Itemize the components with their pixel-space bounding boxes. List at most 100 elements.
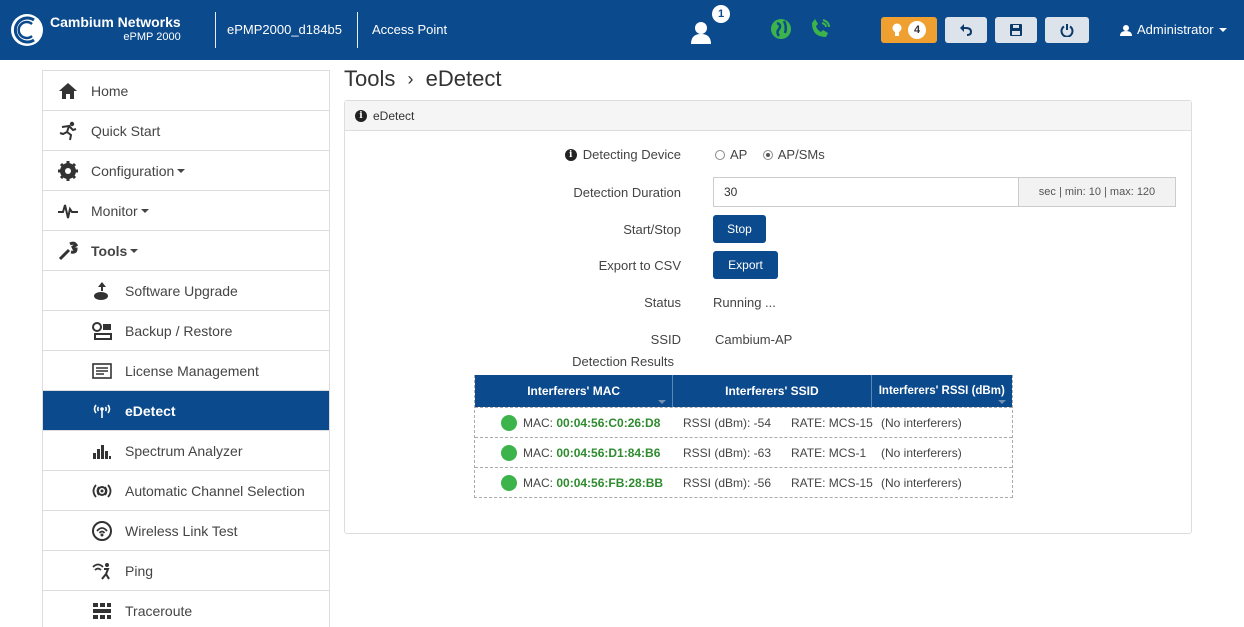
radio-ap-button[interactable]: [715, 149, 725, 160]
sidebar-item-label: Spectrum Analyzer: [125, 442, 243, 459]
panel-title: eDetect: [373, 108, 415, 123]
chevron-down-icon: [1218, 27, 1227, 32]
mac-label: MAC:: [523, 445, 553, 460]
alert-count: 4: [908, 21, 926, 39]
edetect-icon: [91, 400, 113, 422]
sidebar-item-quick-start[interactable]: Quick Start: [43, 111, 329, 151]
sidebar-item-software-upgrade[interactable]: Software Upgrade: [43, 271, 329, 311]
ping-icon: [91, 560, 113, 582]
save-button[interactable]: [995, 17, 1037, 43]
sidebar-item-backup-restore[interactable]: Backup / Restore: [43, 311, 329, 351]
detection-duration-label: Detection Duration: [573, 185, 681, 200]
brand-model: ePMP 2000: [123, 31, 181, 43]
sidebar-item-monitor[interactable]: Monitor: [43, 191, 329, 231]
upgrade-icon: [91, 280, 113, 302]
chevron-down-icon: [177, 168, 186, 173]
export-button[interactable]: Export: [713, 251, 778, 279]
wrench-icon: [57, 240, 79, 262]
sidebar-item-edetect[interactable]: eDetect: [43, 391, 329, 431]
radio-apsms[interactable]: AP/SMs: [762, 147, 825, 162]
mac-value: 00:04:56:D1:84:B6: [556, 445, 661, 460]
info-icon: i: [355, 109, 367, 122]
sidebar-item-label: License Management: [125, 362, 259, 379]
note-cell: (No interferers): [881, 475, 962, 490]
lightbulb-icon: [892, 23, 902, 36]
user-menu[interactable]: Administrator: [1120, 22, 1227, 37]
mac-cell: MAC: 00:04:56:D1:84:B6: [523, 446, 660, 460]
sidebar-item-tools[interactable]: Tools: [43, 231, 329, 271]
status-label: Status: [644, 295, 681, 310]
rate-cell: RATE: MCS-1: [791, 445, 867, 460]
radio-apsms-button[interactable]: [762, 149, 773, 160]
sidebar-item-wireless-link-test[interactable]: Wireless Link Test: [43, 511, 329, 551]
breadcrumb-tools: Tools: [344, 66, 396, 91]
mac-label: MAC:: [523, 415, 553, 430]
gear-icon: [57, 160, 79, 182]
panel-header: i eDetect: [345, 101, 1191, 131]
detection-duration-input[interactable]: 30: [713, 177, 1018, 207]
mac-cell: MAC: 00:04:56:C0:26:D8: [523, 416, 660, 430]
undo-button[interactable]: [945, 17, 987, 43]
traceroute-icon: [91, 600, 113, 622]
user-notification-icon[interactable]: [690, 18, 718, 46]
cambium-logo-icon: [11, 14, 43, 46]
note-cell: (No interferers): [881, 445, 962, 460]
sidebar-item-label: eDetect: [125, 402, 176, 419]
sidebar-item-configuration[interactable]: Configuration: [43, 151, 329, 191]
sidebar-item-home[interactable]: Home: [43, 71, 329, 111]
link-test-icon: [91, 520, 113, 542]
column-header-rssi[interactable]: Interferers' RSSI (dBm): [872, 375, 1012, 407]
mac-cell: MAC: 00:04:56:FB:28:BB: [523, 476, 663, 490]
column-header-label: Interferers' RSSI (dBm): [878, 385, 1005, 397]
table-row[interactable]: MAC: 00:04:56:D1:84:B6 RSSI (dBm): -63 R…: [475, 437, 1012, 467]
sidebar-item-traceroute[interactable]: Traceroute: [43, 591, 329, 627]
brand[interactable]: Cambium Networks ePMP 2000: [10, 10, 181, 50]
sidebar-item-label: Configuration: [91, 162, 175, 179]
sidebar: Home Quick Start Configuration Monitor T…: [42, 70, 330, 627]
notification-badge: 1: [712, 5, 730, 23]
power-button[interactable]: [1045, 17, 1089, 43]
channel-icon: [91, 480, 113, 502]
mac-label: MAC:: [523, 475, 553, 490]
sort-icon: [998, 400, 1006, 404]
phone-icon[interactable]: [806, 15, 834, 43]
stop-button[interactable]: Stop: [713, 215, 766, 243]
info-icon[interactable]: i: [564, 148, 577, 161]
bar-chart-icon: [91, 440, 113, 462]
sidebar-item-spectrum-analyzer[interactable]: Spectrum Analyzer: [43, 431, 329, 471]
start-stop-label: Start/Stop: [623, 222, 681, 237]
breadcrumb-chevron-icon: ›: [407, 69, 414, 89]
ssid-label: SSID: [650, 332, 681, 347]
export-csv-label: Export to CSV: [598, 258, 681, 273]
detection-results-label: Detection Results: [572, 354, 674, 369]
status-dot-icon: [501, 415, 517, 431]
globe-icon[interactable]: [767, 15, 795, 43]
sidebar-item-ping[interactable]: Ping: [43, 551, 329, 591]
radio-apsms-label: AP/SMs: [777, 147, 825, 162]
run-icon: [57, 120, 79, 142]
note-cell: (No interferers): [881, 415, 962, 430]
sidebar-item-label: Tools: [91, 242, 128, 259]
radio-ap[interactable]: AP: [715, 147, 747, 162]
undo-icon: [960, 24, 973, 36]
sidebar-item-label: Wireless Link Test: [125, 522, 238, 539]
rate-cell: RATE: MCS-15: [791, 415, 873, 430]
sidebar-item-label: Ping: [125, 562, 154, 579]
column-header-mac[interactable]: Interferers' MAC: [475, 375, 674, 407]
alerts-button[interactable]: 4: [881, 17, 937, 43]
device-name: ePMP2000_d184b5: [227, 22, 342, 37]
sidebar-item-label: Traceroute: [125, 602, 193, 619]
table-row[interactable]: MAC: 00:04:56:C0:26:D8 RSSI (dBm): -54 R…: [475, 407, 1012, 437]
separator: [357, 12, 358, 48]
power-icon: [1060, 24, 1074, 37]
mac-value: 00:04:56:FB:28:BB: [556, 475, 664, 490]
brand-name: Cambium Networks: [50, 14, 181, 30]
detecting-device-text: Detecting Device: [582, 147, 681, 162]
sidebar-item-license-management[interactable]: License Management: [43, 351, 329, 391]
sidebar-item-automatic-channel-selection[interactable]: Automatic Channel Selection: [43, 471, 329, 511]
detecting-device-label: i Detecting Device: [564, 147, 681, 162]
top-bar: Cambium Networks ePMP 2000 ePMP2000_d184…: [0, 0, 1244, 60]
breadcrumb-edetect: eDetect: [425, 66, 502, 91]
table-row[interactable]: MAC: 00:04:56:FB:28:BB RSSI (dBm): -56 R…: [475, 467, 1012, 497]
column-header-ssid[interactable]: Interferers' SSID: [673, 375, 872, 407]
